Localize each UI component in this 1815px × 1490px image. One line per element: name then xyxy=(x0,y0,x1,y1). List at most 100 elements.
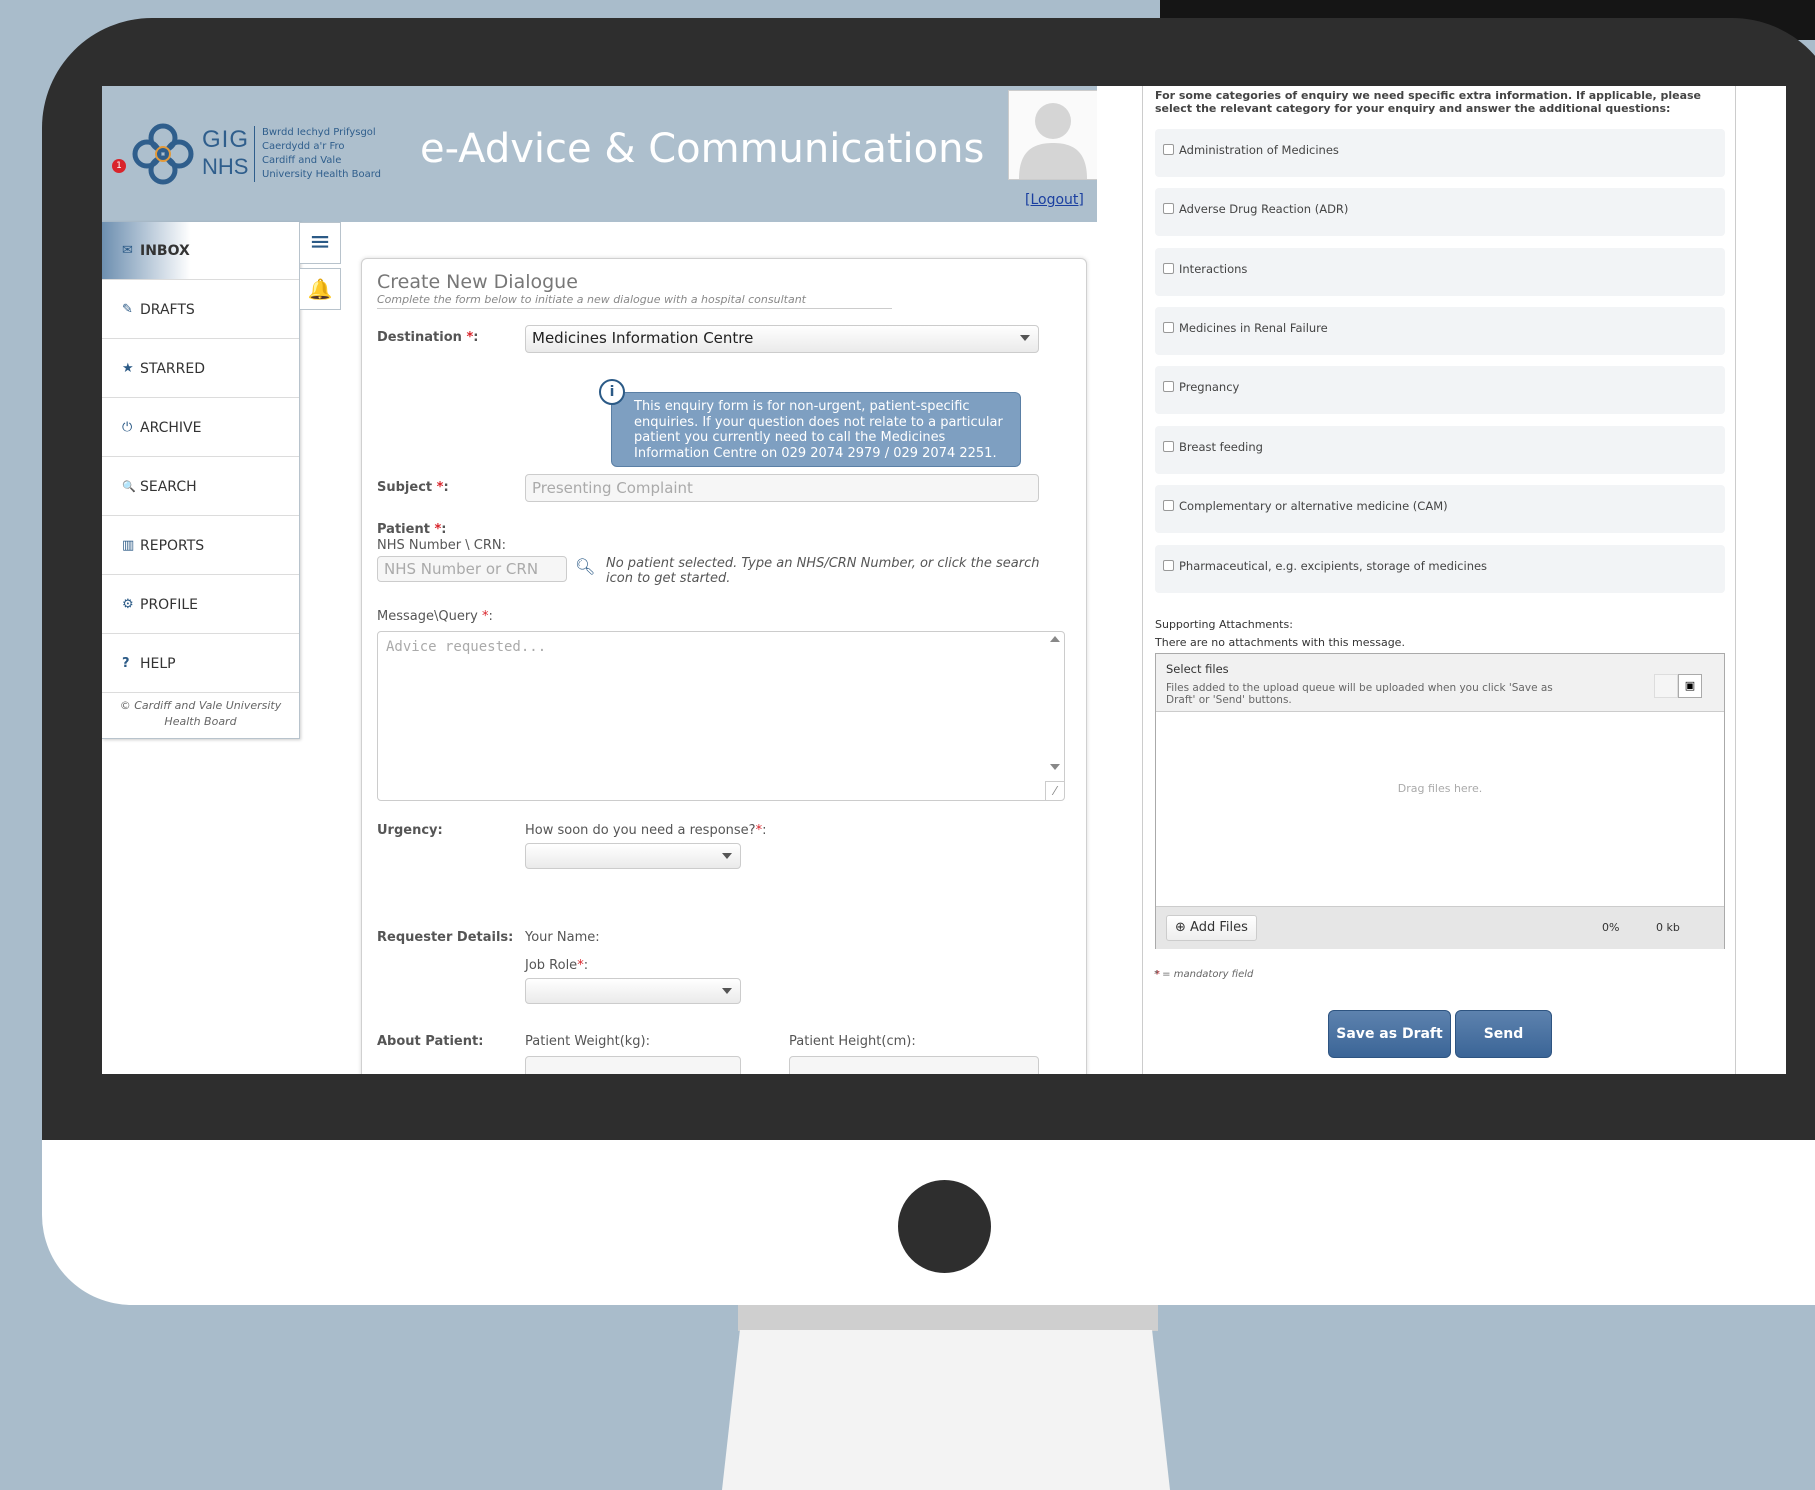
category-renal-failure[interactable]: Medicines in Renal Failure xyxy=(1155,307,1725,355)
upload-percent: 0% xyxy=(1602,921,1620,934)
app-header: GIG NHS Bwrdd Iechyd Prifysgol Caerdydd … xyxy=(102,86,1097,222)
categories-intro: For some categories of enquiry we need s… xyxy=(1155,89,1701,115)
urgency-label: Urgency: xyxy=(377,823,443,838)
avatar[interactable] xyxy=(1008,90,1097,180)
patient-search-icon[interactable]: 🔍︎ xyxy=(575,557,595,576)
category-breast-feeding[interactable]: Breast feeding xyxy=(1155,426,1725,474)
sidebar-item-search[interactable]: 🔍 SEARCH xyxy=(102,458,299,516)
checkbox[interactable] xyxy=(1163,560,1174,571)
subject-label: Subject *: xyxy=(377,480,449,495)
sidebar-item-label: PROFILE xyxy=(140,596,199,613)
sidebar-item-inbox[interactable]: ✉ INBOX xyxy=(102,222,299,280)
thumbnail-view-icon[interactable]: ▣ xyxy=(1678,674,1702,698)
height-input[interactable] xyxy=(789,1056,1039,1074)
sidebar-item-label: ARCHIVE xyxy=(140,419,202,436)
nhs-number-input[interactable]: NHS Number or CRN xyxy=(377,556,567,582)
hamburger-menu-icon[interactable]: ≡ xyxy=(299,222,341,264)
logo-welsh-line2: Caerdydd a'r Fro xyxy=(262,141,345,152)
sidebar-item-archive[interactable]: ⏻ ARCHIVE xyxy=(102,399,299,457)
checkbox[interactable] xyxy=(1163,203,1174,214)
logo-english-line1: Cardiff and Vale xyxy=(262,155,342,166)
patient-hint: No patient selected. Type an NHS/CRN Num… xyxy=(606,556,1040,586)
subject-input[interactable]: Presenting Complaint xyxy=(525,474,1039,502)
envelope-icon: ✉ xyxy=(122,243,133,258)
scroll-up-icon[interactable] xyxy=(1050,636,1060,642)
file-uploader: Select files Files added to the upload q… xyxy=(1155,653,1725,949)
page-title: Create New Dialogue xyxy=(377,271,578,293)
checkbox[interactable] xyxy=(1163,322,1174,333)
scroll-down-icon[interactable] xyxy=(1050,764,1060,770)
sidebar-item-label: REPORTS xyxy=(140,537,205,554)
enquiry-categories-panel: For some categories of enquiry we need s… xyxy=(1142,86,1736,1074)
pencil-icon: ✎ xyxy=(122,302,133,317)
category-adr[interactable]: Adverse Drug Reaction (ADR) xyxy=(1155,188,1725,236)
category-pharmaceutical[interactable]: Pharmaceutical, e.g. excipients, storage… xyxy=(1155,545,1725,593)
question-icon: ? xyxy=(122,656,130,671)
uploader-title: Select files xyxy=(1166,662,1229,676)
category-cam[interactable]: Complementary or alternative medicine (C… xyxy=(1155,485,1725,533)
save-as-draft-button[interactable]: Save as Draft xyxy=(1328,1010,1451,1058)
add-files-button[interactable]: ⊕ Add Files xyxy=(1166,915,1257,941)
message-textarea[interactable]: Advice requested... ⁄ xyxy=(377,631,1065,801)
sidebar-item-label: DRAFTS xyxy=(140,301,195,318)
nhs-knot-logo-icon xyxy=(132,123,194,185)
app-title: e-Advice & Communications xyxy=(420,126,985,172)
category-interactions[interactable]: Interactions xyxy=(1155,248,1725,296)
info-notice: This enquiry form is for non-urgent, pat… xyxy=(611,392,1021,467)
your-name-label: Your Name: xyxy=(525,930,600,945)
screen-right: For some categories of enquiry we need s… xyxy=(1097,86,1786,1074)
search-icon: 🔍 xyxy=(122,480,136,493)
checkbox[interactable] xyxy=(1163,263,1174,274)
create-dialogue-panel: Create New Dialogue Complete the form be… xyxy=(361,258,1087,1074)
copyright-text: © Cardiff and Vale University Health Boa… xyxy=(119,699,282,728)
sidebar-item-drafts[interactable]: ✎ DRAFTS xyxy=(102,281,299,339)
monitor-stand xyxy=(722,1330,1170,1490)
message-label: Message\Query *: xyxy=(377,609,493,624)
info-icon: i xyxy=(599,379,625,405)
sidebar-item-starred[interactable]: ★ STARRED xyxy=(102,340,299,398)
checkbox[interactable] xyxy=(1163,381,1174,392)
chevron-down-icon xyxy=(1020,335,1030,341)
sidebar-item-reports[interactable]: ▥ REPORTS xyxy=(102,517,299,575)
drop-zone-text[interactable]: Drag files here. xyxy=(1156,782,1724,795)
logout-link[interactable]: [Logout] xyxy=(1025,192,1084,208)
about-patient-label: About Patient: xyxy=(377,1034,484,1049)
plus-circle-icon: ⊕ xyxy=(1175,920,1191,935)
user-silhouette-icon xyxy=(1019,103,1087,179)
category-pregnancy[interactable]: Pregnancy xyxy=(1155,366,1725,414)
uploader-header: Select files Files added to the upload q… xyxy=(1156,654,1724,712)
attachments-label: Supporting Attachments: xyxy=(1155,618,1293,631)
uploader-description: Files added to the upload queue will be … xyxy=(1166,682,1553,706)
uploader-footer: ⊕ Add Files 0% 0 kb xyxy=(1156,906,1724,949)
height-label: Patient Height(cm): xyxy=(789,1034,916,1049)
sidebar-item-help[interactable]: ? HELP xyxy=(102,635,299,693)
category-administration[interactable]: Administration of Medicines xyxy=(1155,129,1725,177)
mandatory-note: ** = mandatory field xyxy=(1154,969,1254,980)
weight-input[interactable] xyxy=(525,1056,741,1074)
sidebar-item-label: HELP xyxy=(140,655,176,672)
send-button[interactable]: Send xyxy=(1455,1010,1552,1058)
urgency-question: How soon do you need a response?*: xyxy=(525,823,767,838)
checkbox[interactable] xyxy=(1163,500,1174,511)
checkbox[interactable] xyxy=(1163,144,1174,155)
sidebar-item-label: INBOX xyxy=(140,242,190,259)
logo-english-line2: University Health Board xyxy=(262,169,382,180)
bell-icon[interactable]: 🔔 xyxy=(299,268,341,310)
job-role-label: Job Role*: xyxy=(525,958,589,973)
resize-handle-icon[interactable]: ⁄ xyxy=(1045,781,1064,800)
power-icon: ⏻ xyxy=(122,420,133,435)
nhs-number-label: NHS Number \ CRN: xyxy=(377,538,506,553)
star-icon: ★ xyxy=(122,361,134,376)
sidebar-item-profile[interactable]: ⚙ PROFILE xyxy=(102,576,299,634)
destination-select[interactable]: Medicines Information Centre xyxy=(525,325,1039,353)
urgency-select[interactable] xyxy=(525,843,741,869)
destination-label: Destination *: xyxy=(377,330,479,345)
chevron-down-icon xyxy=(722,853,732,859)
chevron-down-icon xyxy=(722,988,732,994)
sidebar-item-label: SEARCH xyxy=(140,478,197,495)
job-role-select[interactable] xyxy=(525,978,741,1004)
checkbox[interactable] xyxy=(1163,441,1174,452)
list-view-icon[interactable] xyxy=(1654,674,1678,698)
logo-board-name: Bwrdd Iechyd Prifysgol Caerdydd a'r Fro … xyxy=(262,126,402,182)
upload-size: 0 kb xyxy=(1656,921,1680,934)
